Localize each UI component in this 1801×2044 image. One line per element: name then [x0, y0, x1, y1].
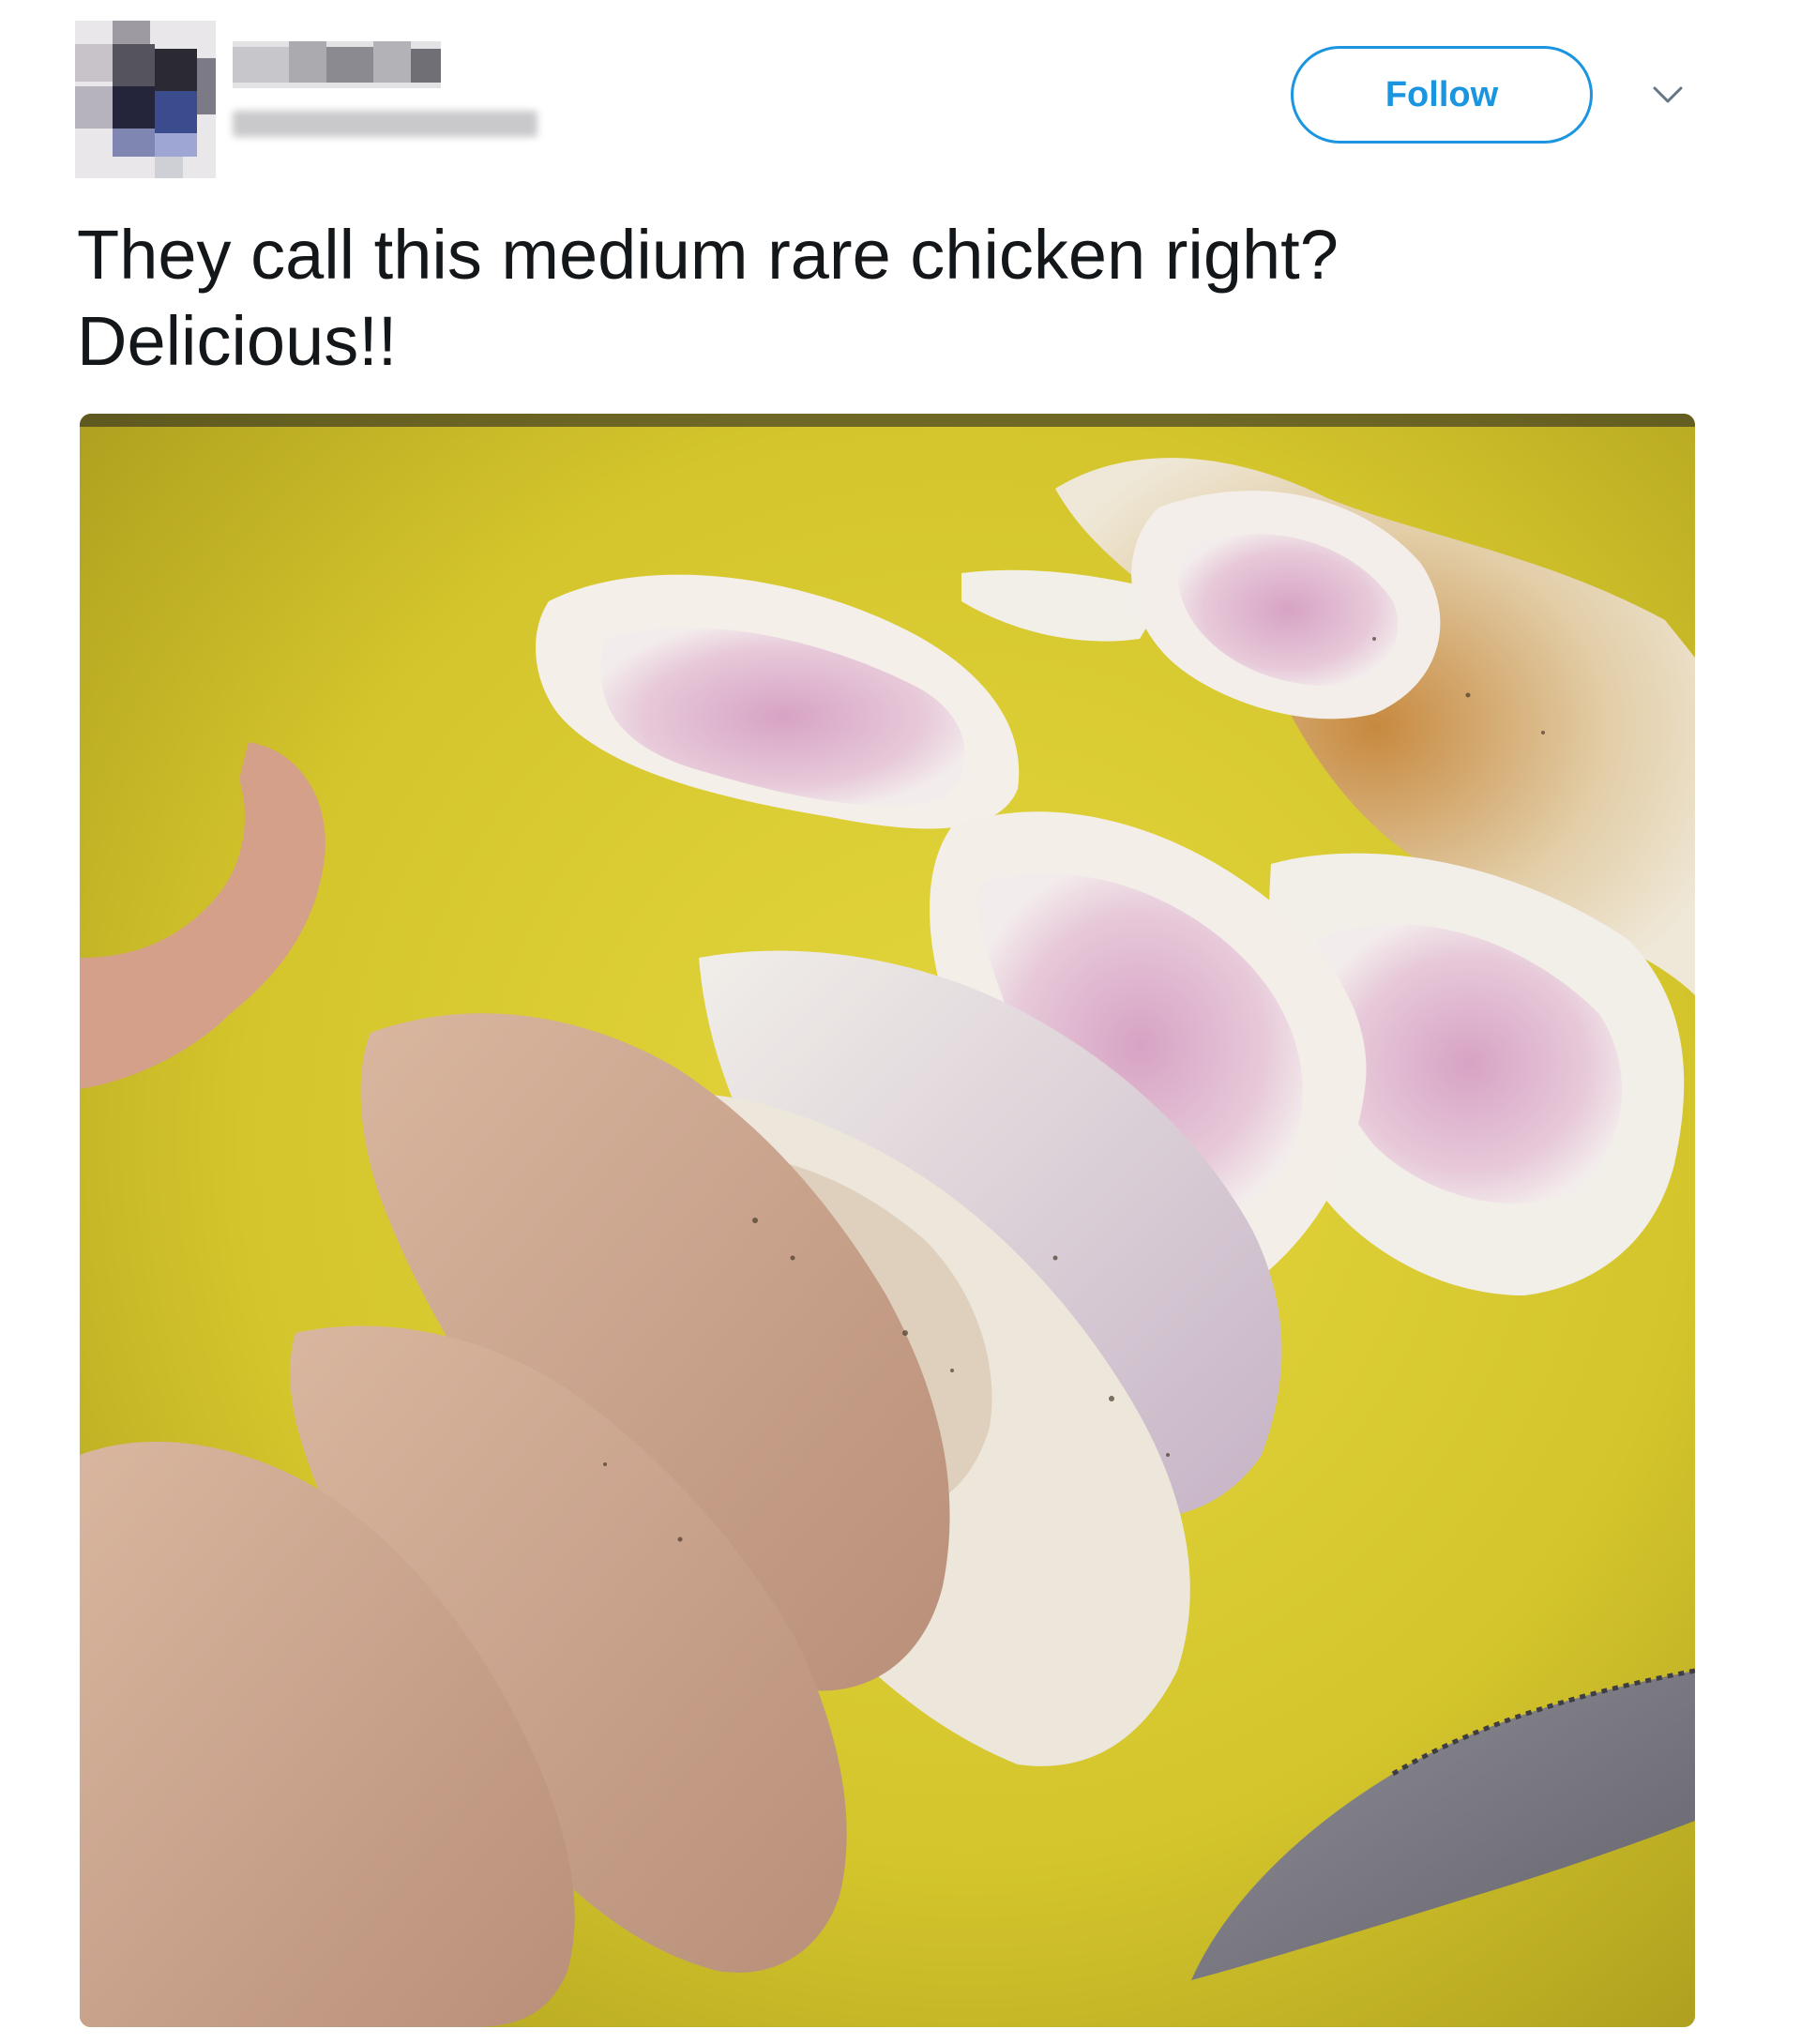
avatar[interactable] [75, 21, 216, 178]
tweet-text-line-1: They call this medium rare chicken right… [77, 216, 1339, 294]
tweet-photo[interactable] [80, 414, 1695, 2027]
chevron-down-icon[interactable] [1649, 81, 1687, 109]
chicken-photo-illustration [80, 414, 1695, 2027]
tweet-text: They call this medium rare chicken right… [77, 212, 1728, 385]
tweet-text-line-2: Delicious!! [77, 302, 398, 380]
username-redacted[interactable] [233, 111, 537, 137]
follow-button[interactable]: Follow [1291, 46, 1593, 144]
display-name-redacted[interactable] [233, 41, 441, 88]
